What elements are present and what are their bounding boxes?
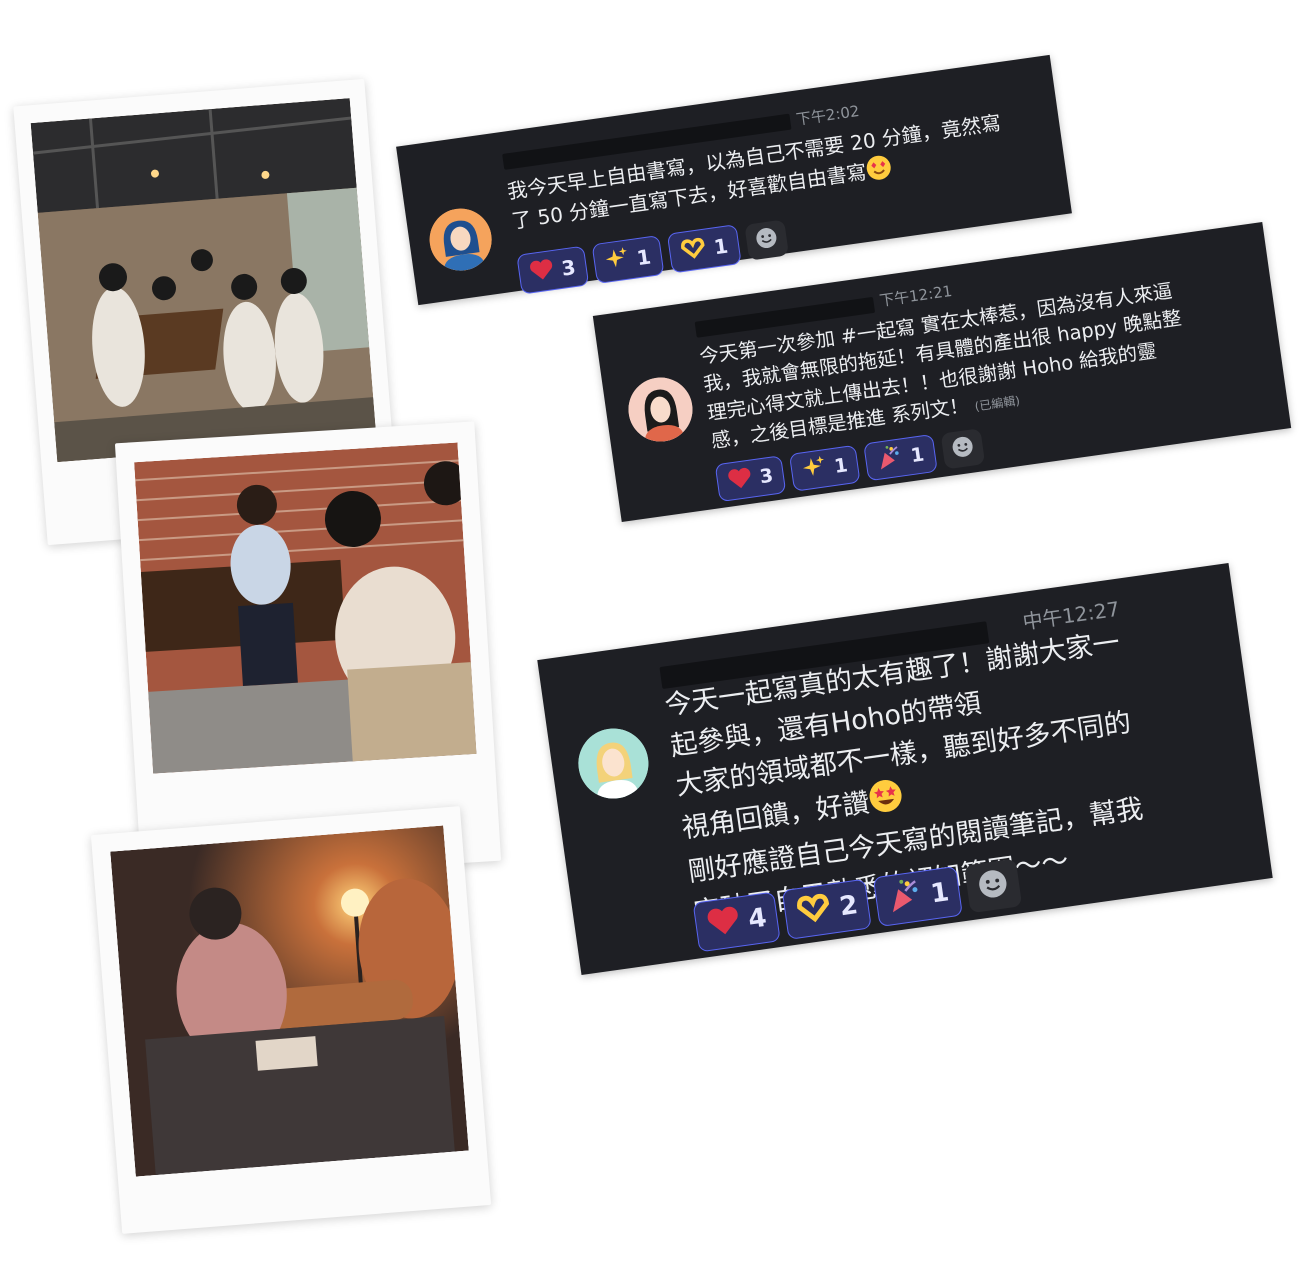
add-reaction-button[interactable] (744, 219, 789, 261)
reaction-heart-hands[interactable]: 2 (781, 878, 873, 940)
reaction-count: 3 (758, 464, 775, 489)
photo-writer-by-lamp (110, 825, 469, 1177)
avatar (425, 204, 496, 275)
reaction-count: 4 (746, 902, 769, 936)
reaction-party-popper[interactable]: 1 (872, 865, 964, 928)
reaction-count: 1 (635, 244, 653, 271)
reaction-count: 1 (712, 233, 730, 260)
sparkles-icon (603, 245, 631, 277)
reaction-party-popper[interactable]: 1 (863, 433, 938, 482)
sparkles-icon (801, 454, 829, 486)
avatar (624, 373, 697, 446)
smiley-icon (976, 867, 1010, 905)
reaction-count: 3 (560, 255, 578, 281)
heart-eyes-emoji-icon (864, 153, 894, 190)
heart-icon (704, 903, 743, 944)
edited-label: (已編輯) (973, 393, 1021, 414)
reaction-heart[interactable]: 3 (714, 455, 787, 503)
chat-message-3: 中午12:27 今天一起寫真的太有趣了！謝謝大家一 起參與，還有Hoho的帶領 … (537, 562, 1273, 976)
reaction-heart-hands[interactable]: 1 (666, 224, 742, 274)
reaction-count: 1 (832, 454, 850, 478)
avatar (573, 723, 653, 804)
message-text: 今天第一次參加 #一起寫 實在太棒惹，因為沒有人來逼 我，我就會無限的拖延！有具… (698, 277, 1192, 456)
heart-hands-icon (794, 890, 835, 932)
collage: 下午2:02 我今天早上自由書寫，以為自己不需要 20 分鐘，竟然寫 了 50 … (0, 0, 1313, 1268)
heart-icon (528, 257, 556, 287)
reaction-sparkles[interactable]: 1 (789, 444, 862, 492)
reaction-sparkles[interactable]: 1 (591, 235, 665, 285)
photo-writers-brick-wall (134, 442, 477, 774)
reaction-count: 1 (909, 443, 926, 468)
smiley-icon (754, 226, 779, 255)
timestamp: 下午12:21 (878, 281, 954, 310)
smiley-icon (950, 434, 975, 463)
add-reaction-button[interactable] (940, 428, 985, 470)
party-popper-icon (884, 874, 926, 922)
reaction-count: 2 (837, 890, 860, 923)
party-popper-icon (875, 442, 905, 476)
timestamp: 下午2:02 (794, 101, 861, 129)
reaction-count: 1 (928, 877, 951, 910)
heart-icon (726, 465, 754, 495)
reaction-heart[interactable]: 3 (516, 245, 590, 295)
star-struck-emoji-icon (866, 776, 906, 827)
add-reaction-button[interactable] (964, 858, 1023, 914)
photo-workshop-room (30, 98, 377, 463)
heart-hands-icon (678, 235, 708, 265)
polaroid-photo-lamp-room (90, 806, 492, 1234)
reaction-heart[interactable]: 4 (692, 891, 781, 953)
